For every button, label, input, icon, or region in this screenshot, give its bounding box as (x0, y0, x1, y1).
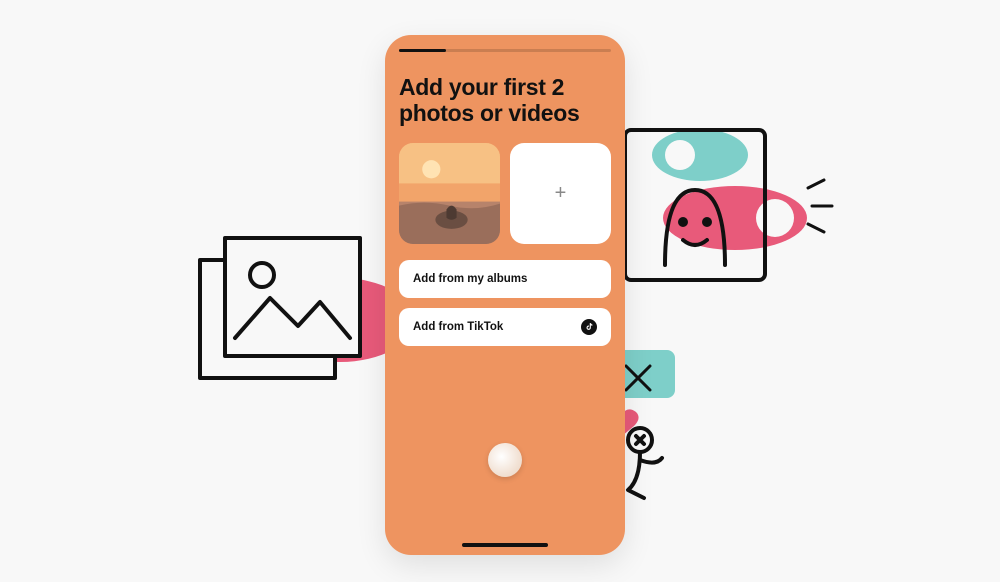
option-label: Add from TikTok (413, 321, 503, 333)
media-slot-empty[interactable]: + (510, 143, 611, 244)
progress-bar (399, 49, 611, 52)
pointer-orb (488, 443, 522, 477)
add-from-tiktok-button[interactable]: Add from TikTok (399, 308, 611, 346)
tiktok-icon (581, 319, 597, 335)
page-title: Add your first 2 photos or videos (399, 74, 611, 127)
plus-icon: + (555, 182, 567, 205)
progress-fill (399, 49, 446, 52)
media-slot-filled[interactable] (399, 143, 500, 244)
home-indicator (462, 543, 548, 547)
add-from-albums-button[interactable]: Add from my albums (399, 260, 611, 298)
sunset-photo (399, 143, 500, 244)
phone-mock: Add your first 2 photos or videos + Add … (385, 35, 625, 555)
media-slot-row: + (399, 143, 611, 244)
option-label: Add from my albums (413, 273, 527, 285)
